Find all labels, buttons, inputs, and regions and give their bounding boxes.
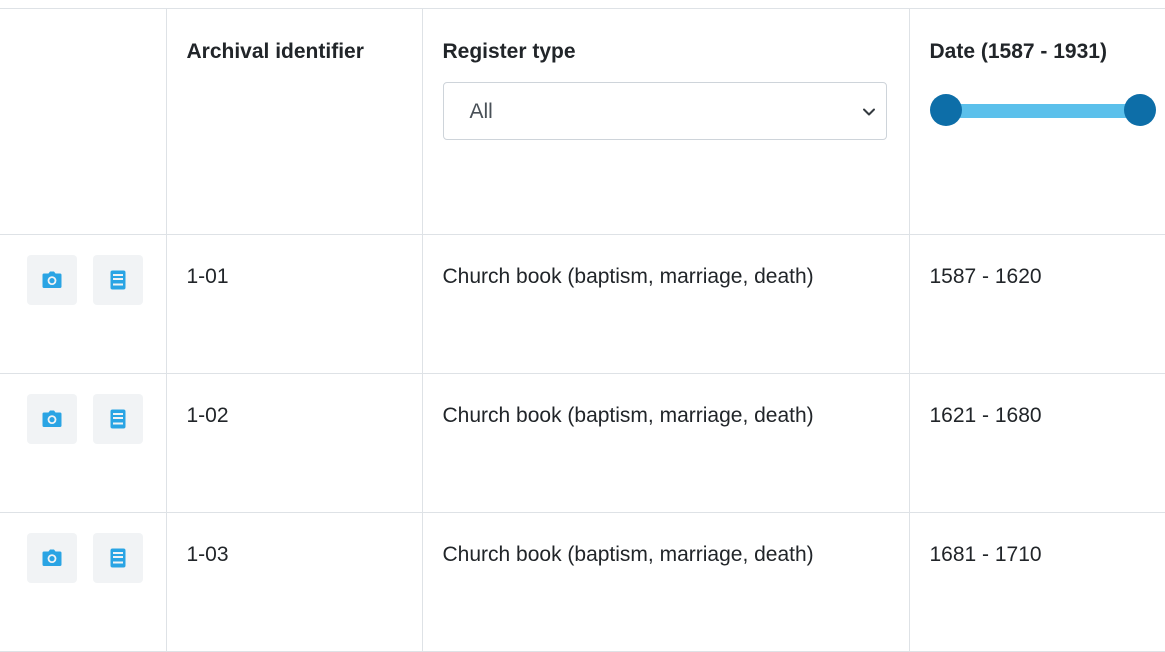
table-row: 1-02 Church book (baptism, marriage, dea… xyxy=(0,373,1165,513)
register-type-cell: Church book (baptism, marriage, death) xyxy=(421,234,910,374)
archival-identifier-cell: 1-02 xyxy=(165,373,423,513)
view-index-button[interactable] xyxy=(93,255,143,305)
date-range-slider[interactable] xyxy=(929,94,1156,128)
date-range-min-handle[interactable] xyxy=(929,94,962,126)
date-header: Date (1587 - 1931) xyxy=(908,8,1165,235)
view-index-button[interactable] xyxy=(93,533,143,583)
register-table: Archival identifier Register type All Da… xyxy=(0,8,1165,652)
register-type-select-value: All xyxy=(469,100,493,123)
view-scans-button[interactable] xyxy=(27,394,77,444)
camera-icon xyxy=(42,271,62,288)
date-cell: 1681 - 1710 xyxy=(908,512,1165,652)
book-icon xyxy=(110,270,126,290)
register-type-cell: Church book (baptism, marriage, death) xyxy=(421,373,910,513)
book-icon xyxy=(110,548,126,568)
archival-identifier-cell: 1-01 xyxy=(165,234,423,374)
row-actions xyxy=(0,234,167,374)
row-actions xyxy=(0,512,167,652)
archival-identifier-header-label: Archival identifier xyxy=(186,40,364,63)
view-index-button[interactable] xyxy=(93,394,143,444)
date-cell: 1587 - 1620 xyxy=(908,234,1165,374)
archival-identifier-cell: 1-03 xyxy=(165,512,423,652)
book-icon xyxy=(110,409,126,429)
table-row: 1-01 Church book (baptism, marriage, dea… xyxy=(0,234,1165,374)
chevron-down-icon xyxy=(862,108,875,116)
camera-icon xyxy=(42,410,62,427)
view-scans-button[interactable] xyxy=(27,533,77,583)
date-range-max-handle[interactable] xyxy=(1123,94,1156,126)
header-row: Archival identifier Register type All Da… xyxy=(0,8,1165,235)
archival-identifier-header: Archival identifier xyxy=(165,8,423,235)
date-range-track[interactable] xyxy=(945,104,1140,118)
date-cell: 1621 - 1680 xyxy=(908,373,1165,513)
register-type-header-label: Register type xyxy=(442,40,576,63)
view-scans-button[interactable] xyxy=(27,255,77,305)
actions-header xyxy=(0,8,167,235)
row-actions xyxy=(0,373,167,513)
register-type-header: Register type All xyxy=(421,8,910,235)
date-header-label: Date (1587 - 1931) xyxy=(929,40,1107,63)
register-type-select[interactable]: All xyxy=(442,82,887,140)
table-row: 1-03 Church book (baptism, marriage, dea… xyxy=(0,512,1165,652)
register-type-cell: Church book (baptism, marriage, death) xyxy=(421,512,910,652)
